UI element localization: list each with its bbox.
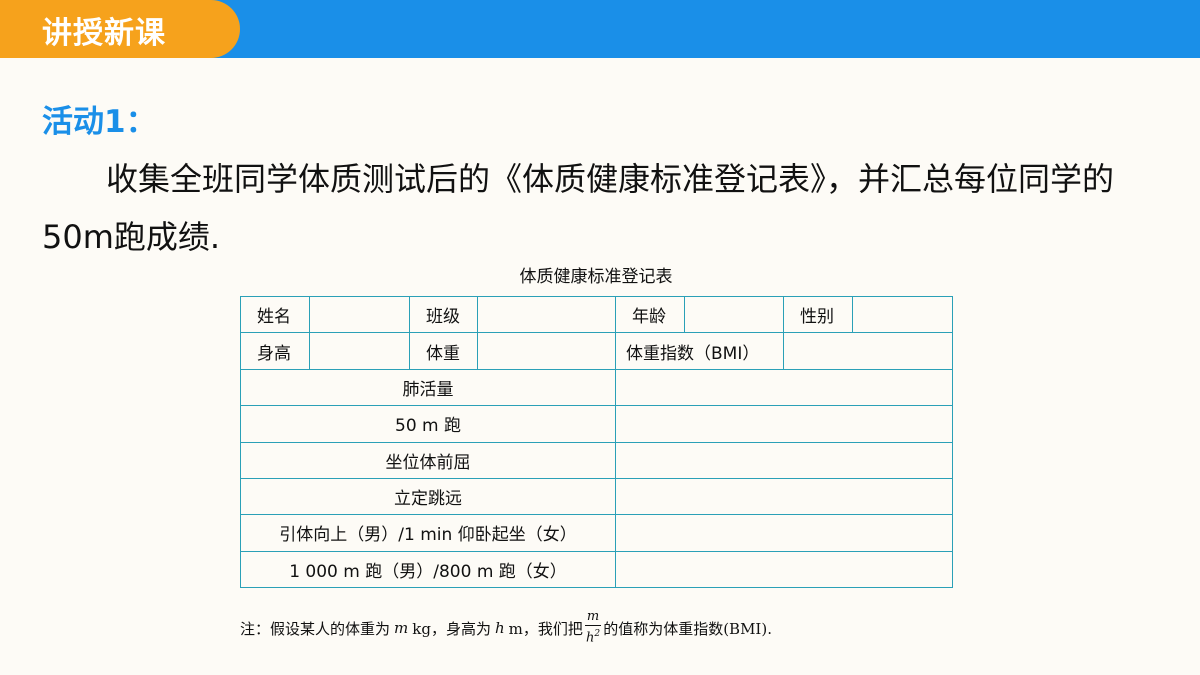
note-unit-m: m，我们把 xyxy=(508,619,583,638)
table-row: 肺活量 xyxy=(240,368,953,407)
table-row: 身高 体重 体重指数（BMI） xyxy=(240,332,953,370)
bmi-label: 体重指数（BMI） xyxy=(615,332,784,370)
fraction-denominator: h2 xyxy=(585,629,601,646)
note-var-h: h xyxy=(494,619,505,637)
item-value-cell xyxy=(615,514,953,552)
gender-cell xyxy=(852,295,953,334)
item-label: 引体向上（男）/1 min 仰卧起坐（女） xyxy=(240,514,616,552)
item-label: 立定跳远 xyxy=(240,477,616,516)
table-row: 姓名 班级 年龄 性别 xyxy=(240,295,953,334)
gender-label: 性别 xyxy=(783,295,853,334)
item-label: 肺活量 xyxy=(240,368,616,407)
note-unit-kg: kg，身高为 xyxy=(412,619,491,638)
footnote: 注：假设某人的体重为 m kg，身高为 h m，我们把 m h2 的值称为体重指… xyxy=(240,608,772,648)
note-var-m: m xyxy=(394,619,409,637)
activity-body: 收集全班同学体质测试后的《体质健康标准登记表》，并汇总每位同学的50m跑成绩. xyxy=(42,160,1115,256)
height-cell xyxy=(309,332,410,370)
bmi-fraction: m h2 xyxy=(584,609,602,646)
item-value-cell xyxy=(615,550,953,589)
item-value-cell xyxy=(615,477,953,516)
item-label: 坐位体前屈 xyxy=(240,441,616,479)
weight-label: 体重 xyxy=(409,332,478,370)
table-row: 坐位体前屈 xyxy=(240,441,953,479)
table-row: 引体向上（男）/1 min 仰卧起坐（女） xyxy=(240,514,953,552)
table-title: 体质健康标准登记表 xyxy=(519,267,673,287)
item-value-cell xyxy=(615,405,953,443)
age-cell xyxy=(684,295,784,334)
fraction-numerator: m xyxy=(584,609,602,627)
table-row: 立定跳远 xyxy=(240,477,953,516)
item-value-cell xyxy=(615,368,953,407)
activity-title: 活动1： xyxy=(42,104,157,140)
activity-paragraph: 收集全班同学体质测试后的《体质健康标准登记表》，并汇总每位同学的50m跑成绩. xyxy=(42,150,1162,266)
class-label: 班级 xyxy=(409,295,478,334)
name-label: 姓名 xyxy=(240,295,310,334)
section-tab: 讲授新课 xyxy=(0,0,240,58)
bmi-cell xyxy=(783,332,953,370)
class-cell xyxy=(477,295,616,334)
table-row: 1 000 m 跑（男）/800 m 跑（女） xyxy=(240,550,953,589)
item-label: 1 000 m 跑（男）/800 m 跑（女） xyxy=(240,550,616,589)
age-label: 年龄 xyxy=(615,295,685,334)
note-suffix: 的值称为体重指数(BMI). xyxy=(603,619,772,638)
name-cell xyxy=(309,295,410,334)
section-label: 讲授新课 xyxy=(42,16,166,51)
height-label: 身高 xyxy=(240,332,310,370)
registration-table: 姓名 班级 年龄 性别 身高 体重 体重指数（BMI） 肺活量 50 m 跑 坐… xyxy=(240,295,953,589)
table-row: 50 m 跑 xyxy=(240,405,953,443)
note-prefix: 注：假设某人的体重为 xyxy=(240,619,391,638)
item-value-cell xyxy=(615,441,953,479)
weight-cell xyxy=(477,332,616,370)
fraction-exponent: 2 xyxy=(594,629,601,640)
item-label: 50 m 跑 xyxy=(240,405,616,443)
